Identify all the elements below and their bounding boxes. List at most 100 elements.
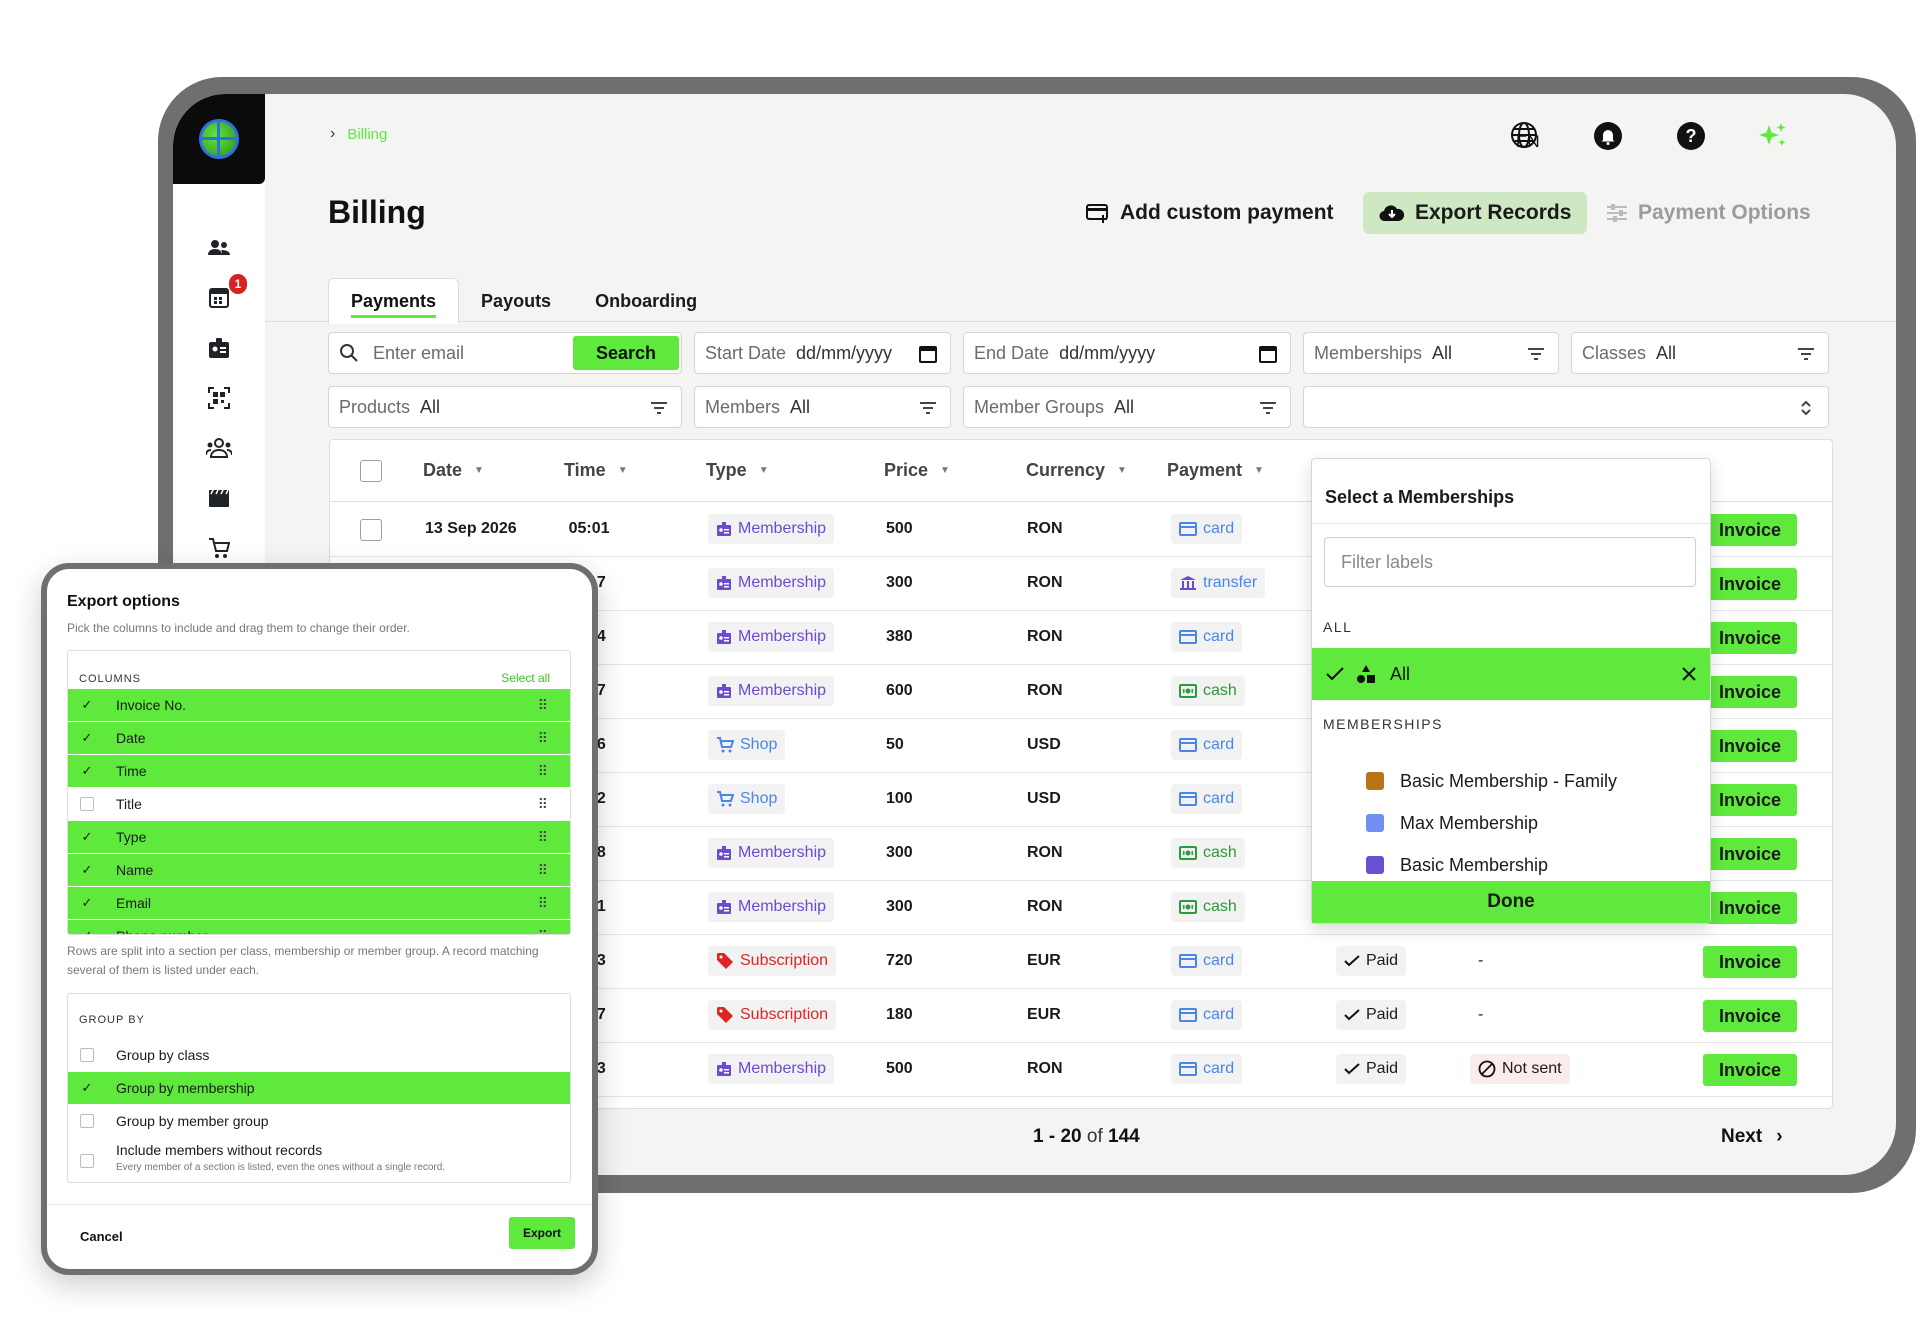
cell-currency: EUR — [1027, 952, 1061, 969]
column-option[interactable]: ✓ Email ⠿ — [68, 887, 570, 919]
dropdown-title: Select a Memberships — [1325, 487, 1515, 507]
row-checkbox[interactable] — [360, 519, 382, 541]
check-icon[interactable]: ✓ — [80, 1080, 94, 1095]
drag-handle-icon[interactable]: ⠿ — [538, 862, 548, 879]
member-groups-filter[interactable]: Member Groups All — [963, 386, 1291, 428]
col-date[interactable]: Date ▼ — [423, 460, 484, 481]
drag-handle-icon[interactable]: ⠿ — [538, 796, 548, 813]
group-icon[interactable] — [205, 434, 233, 462]
column-option[interactable]: ✓ Name ⠿ — [68, 854, 570, 886]
members-icon[interactable] — [205, 234, 233, 262]
end-date-field[interactable]: End Date dd/mm/yyyy — [963, 332, 1291, 374]
cell-currency: EUR — [1027, 1006, 1061, 1023]
invoice-button[interactable]: Invoice — [1703, 676, 1797, 708]
invoice-button[interactable]: Invoice — [1703, 1054, 1797, 1086]
calendar-picker-icon[interactable] — [918, 344, 938, 364]
add-custom-payment-button[interactable]: Add custom payment — [1086, 192, 1334, 234]
id-badge-icon[interactable] — [205, 334, 233, 362]
invoice-button[interactable]: Invoice — [1703, 730, 1797, 762]
invoice-button[interactable]: Invoice — [1703, 1000, 1797, 1032]
calendar-picker-icon[interactable] — [1258, 344, 1278, 364]
select-all-checkbox[interactable] — [360, 460, 382, 482]
products-filter[interactable]: Products All — [328, 386, 682, 428]
memberships-filter[interactable]: Memberships All — [1303, 332, 1559, 374]
extra-select[interactable] — [1303, 386, 1829, 428]
drag-handle-icon[interactable]: ⠿ — [538, 829, 548, 846]
col-time[interactable]: Time ▼ — [564, 460, 628, 481]
invoice-button[interactable]: Invoice — [1703, 514, 1797, 546]
tab-bar: Payments Payouts Onboarding — [328, 278, 719, 324]
col-payment[interactable]: Payment ▼ — [1167, 460, 1264, 481]
cart-icon[interactable] — [205, 534, 233, 562]
group-by-option[interactable]: Group by class — [68, 1039, 570, 1071]
next-page-button[interactable]: Next › — [1721, 1126, 1783, 1148]
col-currency[interactable]: Currency ▼ — [1026, 460, 1127, 481]
group-by-option[interactable]: Group by member group — [68, 1105, 570, 1137]
done-button[interactable]: Done — [1312, 881, 1710, 923]
drag-handle-icon[interactable]: ⠿ — [538, 928, 548, 935]
close-icon[interactable] — [1682, 667, 1696, 681]
drag-handle-icon[interactable]: ⠿ — [538, 763, 548, 780]
column-name: Invoice No. — [116, 697, 187, 713]
logo[interactable] — [173, 94, 265, 184]
export-button[interactable]: Export — [509, 1217, 575, 1249]
drag-handle-icon[interactable]: ⠿ — [538, 697, 548, 714]
group-checkbox[interactable] — [80, 1048, 94, 1062]
col-price[interactable]: Price ▼ — [884, 460, 950, 481]
invoice-button[interactable]: Invoice — [1703, 622, 1797, 654]
breadcrumb: › Billing — [330, 125, 387, 143]
check-icon[interactable]: ✓ — [80, 895, 94, 910]
invoice-button[interactable]: Invoice — [1703, 838, 1797, 870]
drag-handle-icon[interactable]: ⠿ — [538, 895, 548, 912]
member-groups-value: All — [1114, 396, 1135, 417]
qr-scan-icon[interactable] — [205, 384, 233, 412]
search-button[interactable]: Search — [573, 336, 679, 370]
invoice-button[interactable]: Invoice — [1703, 568, 1797, 600]
payment-options-button[interactable]: Payment Options — [1606, 192, 1811, 234]
col-type[interactable]: Type ▼ — [706, 460, 769, 481]
tab-payouts[interactable]: Payouts — [459, 278, 573, 324]
members-filter[interactable]: Members All — [694, 386, 951, 428]
filter-labels-input[interactable]: Filter labels — [1324, 537, 1696, 587]
column-checkbox[interactable] — [80, 797, 94, 811]
check-icon[interactable]: ✓ — [80, 928, 94, 934]
tab-onboarding[interactable]: Onboarding — [573, 278, 719, 324]
membership-icon — [717, 522, 731, 536]
column-option[interactable]: ✓ Invoice No. ⠿ — [68, 689, 570, 721]
email-search-field[interactable]: Enter email Search — [328, 332, 682, 374]
option-all[interactable]: All — [1312, 648, 1710, 700]
drag-handle-icon[interactable]: ⠿ — [538, 730, 548, 747]
include-members-label: Include members without records — [116, 1142, 323, 1158]
start-date-field[interactable]: Start Date dd/mm/yyyy — [694, 332, 951, 374]
tab-payments[interactable]: Payments — [328, 278, 460, 324]
select-all-link[interactable]: Select all — [501, 671, 550, 685]
column-option[interactable]: ✓ Type ⠿ — [68, 821, 570, 853]
check-icon[interactable]: ✓ — [80, 862, 94, 877]
column-option[interactable]: ✓ Date ⠿ — [68, 722, 570, 754]
check-icon[interactable]: ✓ — [80, 829, 94, 844]
invoice-button[interactable]: Invoice — [1703, 892, 1797, 924]
group-checkbox[interactable] — [80, 1114, 94, 1128]
language-selector[interactable]: EN — [1516, 132, 1540, 152]
include-members-checkbox[interactable] — [80, 1154, 94, 1168]
card-icon — [1179, 792, 1197, 806]
help-icon[interactable]: ? — [1676, 121, 1706, 151]
type-chip: Membership — [708, 838, 835, 868]
group-by-option[interactable]: ✓ Group by membership — [68, 1072, 570, 1104]
breadcrumb-billing[interactable]: Billing — [347, 126, 387, 143]
include-members-option[interactable]: Include members without records Every me… — [68, 1138, 570, 1182]
invoice-button[interactable]: Invoice — [1703, 946, 1797, 978]
classes-filter[interactable]: Classes All — [1571, 332, 1829, 374]
clapperboard-icon[interactable] — [205, 484, 233, 512]
bell-icon[interactable] — [1593, 121, 1623, 151]
column-option[interactable]: Title ⠿ — [68, 788, 570, 820]
export-records-button[interactable]: Export Records — [1363, 192, 1588, 234]
column-option[interactable]: ✓ Time ⠿ — [68, 755, 570, 787]
cancel-button[interactable]: Cancel — [80, 1229, 123, 1244]
column-option[interactable]: ✓ Phone number ⠿ — [68, 920, 570, 935]
invoice-button[interactable]: Invoice — [1703, 784, 1797, 816]
check-icon[interactable]: ✓ — [80, 763, 94, 778]
check-icon[interactable]: ✓ — [80, 730, 94, 745]
check-icon[interactable]: ✓ — [80, 697, 94, 712]
sparkles-icon[interactable] — [1758, 121, 1788, 151]
